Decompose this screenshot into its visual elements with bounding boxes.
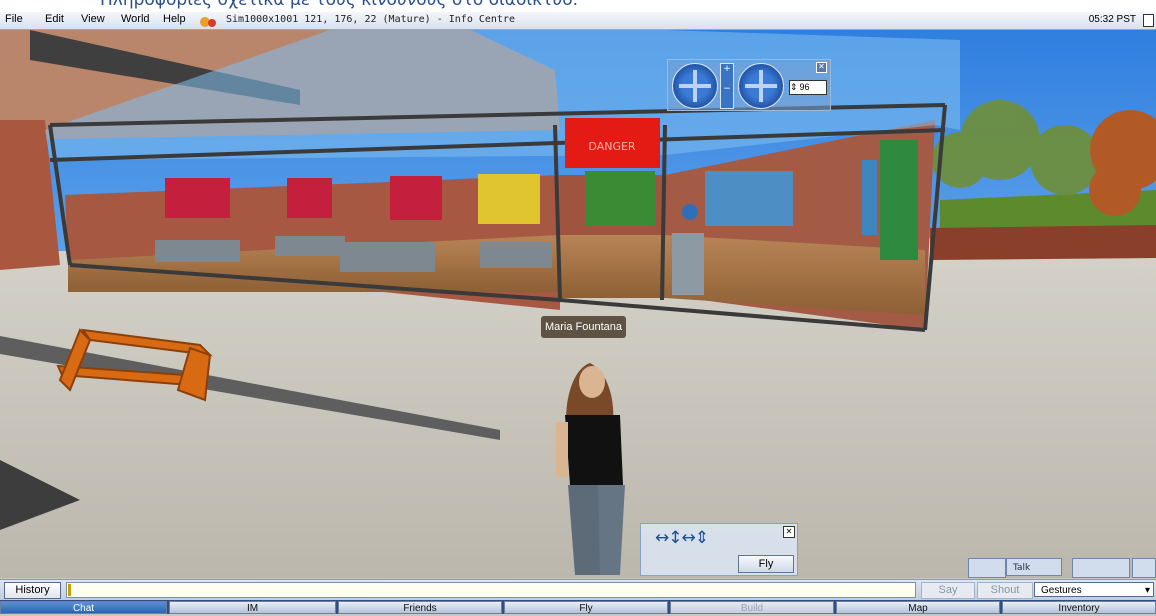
chat-input[interactable]: [66, 582, 916, 598]
chat-bar: History Say Shout Gestures: [0, 579, 1156, 600]
location-text: Sim1000x1001 121, 176, 22 (Mature) - Inf…: [226, 14, 515, 25]
caption-banner: Πληροφορίες σχετικά με τους κινδύνους στ…: [0, 0, 1156, 12]
movement-arrows-icon[interactable]: ↔↕↔⇕: [655, 530, 709, 547]
fly-button[interactable]: Fly: [738, 555, 794, 573]
menu-edit[interactable]: Edit: [45, 13, 64, 25]
toolbar-im[interactable]: IM: [169, 601, 336, 614]
menu-help[interactable]: Help: [163, 13, 186, 25]
movement-close-icon[interactable]: ✕: [783, 526, 795, 538]
danger-sign-text: DANGER: [588, 140, 636, 153]
shout-button[interactable]: Shout: [977, 582, 1033, 599]
window-corner-icon[interactable]: [1143, 14, 1154, 27]
toolbar-chat[interactable]: Chat: [0, 601, 167, 614]
voice-speakers-icon[interactable]: [968, 558, 1006, 578]
toolbar-fly[interactable]: Fly: [504, 601, 668, 614]
menu-view[interactable]: View: [81, 13, 105, 25]
clock: 05:32 PST: [1088, 14, 1136, 25]
camera-close-icon[interactable]: ✕: [816, 62, 827, 73]
media-controls: Talk: [966, 558, 1156, 578]
say-button[interactable]: Say: [921, 582, 975, 599]
movement-controls-panel: ✕ ↔↕↔⇕ Fly: [640, 523, 798, 576]
toolbar-map[interactable]: Map: [836, 601, 1000, 614]
media-play-icon[interactable]: [1072, 558, 1130, 578]
bottom-toolbar: Chat IM Friends Fly Build Map Inventory: [0, 600, 1156, 614]
zoom-minus-icon[interactable]: −: [723, 84, 731, 94]
avatar-name-tag: Maria Fountana: [541, 316, 626, 338]
scene-render: DANGER: [0, 30, 1156, 578]
voice-status-icon[interactable]: [200, 15, 216, 27]
zoom-plus-icon[interactable]: +: [723, 64, 731, 74]
menu-world[interactable]: World: [121, 13, 150, 25]
pan-joystick[interactable]: [738, 63, 784, 109]
gestures-dropdown[interactable]: Gestures: [1034, 582, 1154, 598]
zoom-value-field[interactable]: 96: [789, 80, 827, 95]
toolbar-build[interactable]: Build: [670, 601, 834, 614]
caption-text: Πληροφορίες σχετικά με τους κινδύνους στ…: [100, 0, 579, 10]
toolbar-friends[interactable]: Friends: [338, 601, 502, 614]
3d-viewport[interactable]: DANGER ✕ + − ⇕ 96 Maria Fountana: [0, 30, 1156, 578]
media-extra-icon[interactable]: [1132, 558, 1156, 578]
menu-file[interactable]: File: [5, 13, 23, 25]
toolbar-inventory[interactable]: Inventory: [1002, 601, 1156, 614]
menu-bar: File Edit View World Help Sim1000x1001 1…: [0, 12, 1156, 30]
history-button[interactable]: History: [4, 582, 61, 599]
camera-controls-panel: ✕ +− 96: [667, 59, 831, 111]
zoom-slider[interactable]: + −: [720, 63, 734, 109]
talk-button[interactable]: Talk: [1006, 558, 1062, 576]
orbit-joystick[interactable]: [672, 63, 718, 109]
